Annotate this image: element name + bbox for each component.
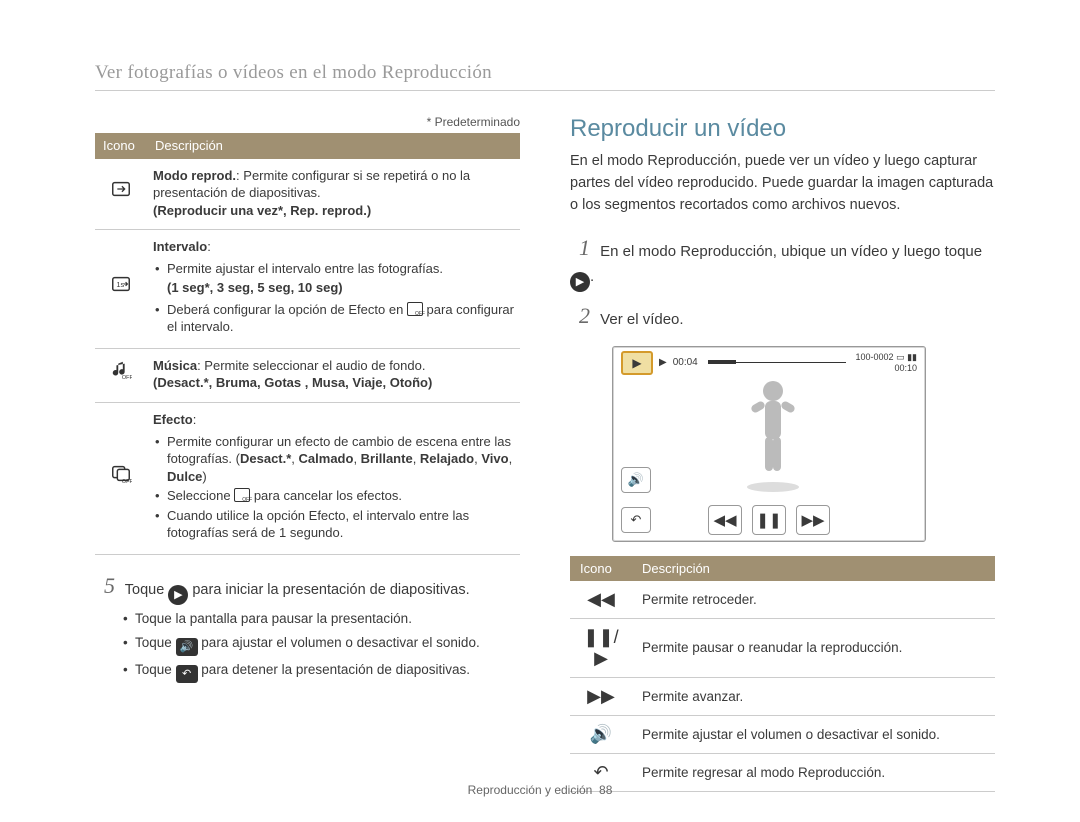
table-row: 🔊 Permite ajustar el volumen o desactiva…: [570, 715, 995, 753]
table-desc: Permite pausar o reanudar la reproducció…: [632, 618, 995, 677]
table-row: OFF Efecto: Permite configurar un efecto…: [95, 403, 520, 555]
pause-play-icon: ❚❚/▶: [570, 618, 632, 677]
pause-button[interactable]: ❚❚: [752, 505, 786, 535]
table-header-desc: Descripción: [147, 133, 520, 159]
video-controls-table: Icono Descripción ◀◀ Permite retroceder.…: [570, 556, 995, 792]
row-bullet: Permite configurar un efecto de cambio d…: [153, 433, 514, 486]
step-number: 2: [570, 298, 590, 333]
step-number: 1: [570, 230, 590, 265]
forward-button[interactable]: ▶▶: [796, 505, 830, 535]
table-row: ◀◀ Permite retroceder.: [570, 581, 995, 619]
section-heading: Reproducir un vídeo: [570, 115, 995, 143]
step-5: 5 Toque ▶ para iniciar la presentación d…: [95, 569, 520, 605]
effect-off-icon: OFF: [95, 403, 147, 555]
memory-icon: ▭: [896, 352, 905, 362]
rewind-button[interactable]: ◀◀: [708, 505, 742, 535]
table-desc: Permite retroceder.: [632, 581, 995, 619]
step-sub-item: Toque la pantalla para pausar la present…: [121, 609, 520, 629]
play-circle-icon: ▶: [570, 272, 590, 292]
video-preview: ▶ ▶ 00:04 100-0002 ▭ ▮▮ 00:10: [612, 346, 926, 542]
table-row: 1s Intervalo: Permite ajustar el interva…: [95, 230, 520, 349]
row-title: Música: [153, 358, 197, 373]
row-title: Intervalo: [153, 239, 207, 254]
page-footer: Reproducción y edición 88: [0, 783, 1080, 797]
row-text: : Permite seleccionar el audio de fondo.: [197, 358, 425, 373]
breadcrumb: Ver fotografías o vídeos en el modo Repr…: [95, 62, 995, 91]
back-button[interactable]: ↶: [621, 507, 651, 533]
volume-button[interactable]: 🔊: [621, 467, 651, 493]
volume-icon: 🔊: [176, 638, 198, 656]
play-thumbnail-icon: ▶: [621, 351, 653, 375]
table-row: Modo reprod.: Permite configurar si se r…: [95, 159, 520, 230]
step-2: 2 Ver el vídeo.: [570, 298, 995, 333]
effect-off-icon: [234, 488, 250, 502]
section-intro: En el modo Reproducción, puede ver un ví…: [570, 151, 995, 216]
slideshow-options-table: Icono Descripción Modo reprod.: Permite …: [95, 133, 520, 555]
default-note: * Predeterminado: [95, 115, 520, 129]
table-row: OFF Música: Permite seleccionar el audio…: [95, 348, 520, 402]
row-options: (1 seg*, 3 seg, 5 seg, 10 seg): [153, 279, 514, 297]
row-text: :: [193, 412, 197, 427]
row-options: (Reproducir una vez*, Rep. reprod.): [153, 203, 371, 218]
rewind-icon: ◀◀: [570, 581, 632, 619]
hud-file-number: 100-0002: [856, 352, 894, 362]
row-text: :: [207, 239, 211, 254]
table-row: ❚❚/▶ Permite pausar o reanudar la reprod…: [570, 618, 995, 677]
interval-icon: 1s: [95, 230, 147, 349]
row-bullet: Seleccione para cancelar los efectos.: [153, 487, 514, 505]
table-desc: Permite avanzar.: [632, 677, 995, 715]
step-sub-item: Toque 🔊 para ajustar el volumen o desact…: [121, 633, 520, 656]
battery-icon: ▮▮: [907, 352, 917, 362]
effect-off-icon: [407, 302, 423, 316]
row-title: Modo reprod.: [153, 168, 236, 183]
repeat-icon: [95, 159, 147, 230]
row-title: Efecto: [153, 412, 193, 427]
volume-icon: 🔊: [570, 715, 632, 753]
forward-icon: ▶▶: [570, 677, 632, 715]
play-circle-icon: ▶: [168, 585, 188, 605]
table-row: ▶▶ Permite avanzar.: [570, 677, 995, 715]
hud-current-time: 00:04: [673, 357, 698, 368]
back-icon: ↶: [176, 665, 198, 683]
row-bullet: Deberá configurar la opción de Efecto en…: [153, 301, 514, 336]
hud-total-time: 00:10: [856, 363, 918, 373]
svg-text:OFF: OFF: [122, 480, 132, 485]
row-options: (Desact.*, Bruma, Gotas , Musa, Viaje, O…: [153, 375, 432, 390]
hud-play-marker: ▶: [659, 357, 667, 368]
table-header-desc: Descripción: [632, 556, 995, 581]
step-number: 5: [95, 569, 115, 602]
progress-bar: [708, 362, 846, 364]
row-bullet: Permite ajustar el intervalo entre las f…: [153, 260, 514, 278]
video-figure: [743, 377, 803, 497]
svg-text:OFF: OFF: [122, 376, 132, 382]
svg-text:1s: 1s: [116, 280, 124, 289]
row-bullet: Cuando utilice la opción Efecto, el inte…: [153, 507, 514, 542]
step-sub-item: Toque ↶ para detener la presentación de …: [121, 660, 520, 683]
table-desc: Permite ajustar el volumen o desactivar …: [632, 715, 995, 753]
table-header-icon: Icono: [570, 556, 632, 581]
table-header-icon: Icono: [95, 133, 147, 159]
music-off-icon: OFF: [95, 348, 147, 402]
step-1: 1 En el modo Reproducción, ubique un víd…: [570, 230, 995, 292]
